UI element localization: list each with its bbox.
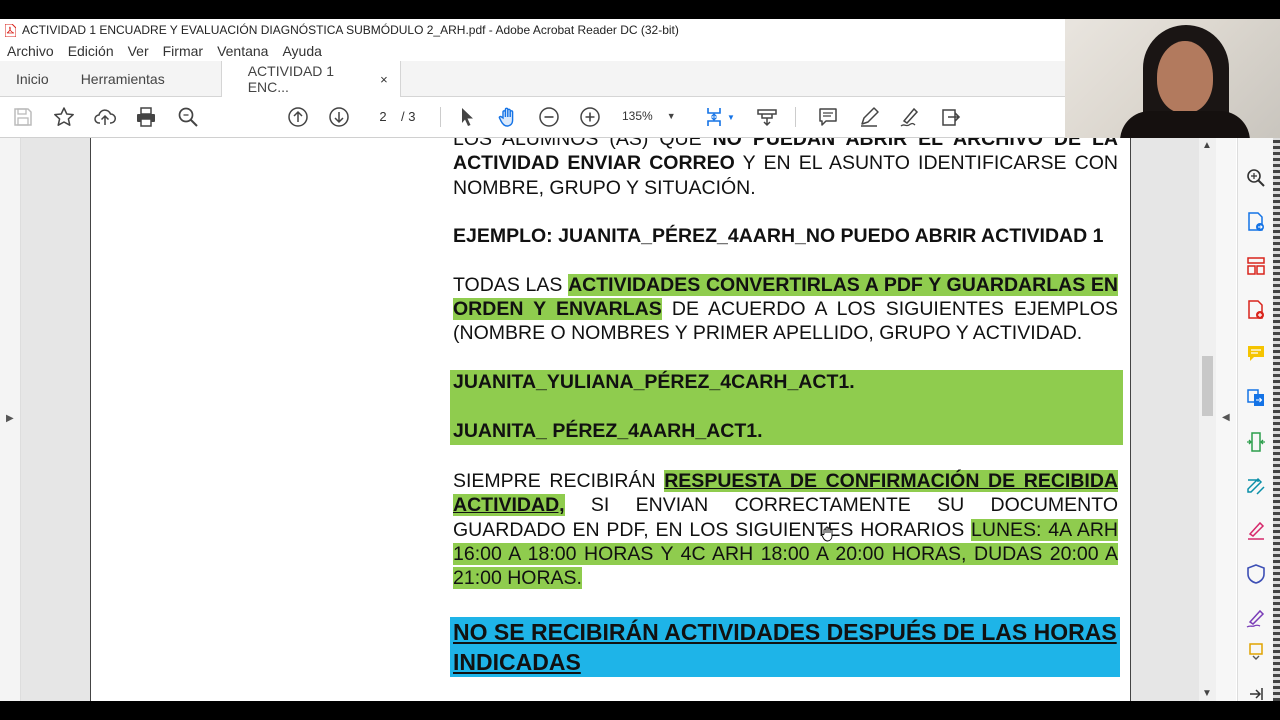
zoom-select[interactable]: 135% ▼ bbox=[622, 103, 684, 129]
toolbar: 2 / 3 135% ▼ ▼ bbox=[0, 97, 1065, 138]
zoom-value: 135% bbox=[622, 109, 653, 123]
page-total: / 3 bbox=[401, 108, 416, 124]
page-content: LOS ALUMNOS (AS) QUE NO PUEDAN ABRIR EL … bbox=[450, 138, 1123, 677]
right-tools-panel bbox=[1237, 138, 1274, 701]
window-title: ACTIVIDAD 1 ENCUADRE Y EVALUACIÓN DIAGNÓ… bbox=[22, 23, 679, 37]
create-pdf-icon[interactable] bbox=[1245, 299, 1267, 321]
menu-firmar[interactable]: Firmar bbox=[163, 43, 203, 59]
tab-home[interactable]: Inicio bbox=[0, 61, 65, 96]
toolbar-divider bbox=[440, 107, 441, 127]
collapse-right-panel-icon[interactable]: ◀ bbox=[1222, 412, 1230, 423]
example-line: EJEMPLO: JUANITA_PÉREZ_4AARH_NO PUEDO AB… bbox=[453, 225, 1104, 248]
toolbar-divider bbox=[795, 107, 796, 127]
menu-bar: Archivo Edición Ver Firmar Ventana Ayuda bbox=[0, 41, 1065, 61]
zoom-out-icon[interactable] bbox=[537, 105, 561, 129]
more-tools-icon[interactable] bbox=[1245, 641, 1267, 663]
p1-line-top: LOS ALUMNOS (AS) QUE bbox=[453, 138, 713, 150]
presenter-body bbox=[1120, 111, 1250, 138]
scroll-up-icon[interactable]: ▲ bbox=[1202, 140, 1212, 151]
scroll-down-icon[interactable]: ▼ bbox=[1202, 688, 1212, 699]
scrollbar-thumb[interactable] bbox=[1202, 356, 1213, 416]
page-down-icon[interactable] bbox=[327, 105, 351, 129]
tab-tools[interactable]: Herramientas bbox=[65, 61, 181, 96]
sign-tool-icon[interactable] bbox=[1245, 607, 1267, 629]
tab-bar: Inicio Herramientas ACTIVIDAD 1 ENC... × bbox=[0, 61, 1065, 97]
sign-icon[interactable] bbox=[898, 105, 922, 129]
tab-home-label: Inicio bbox=[16, 70, 49, 87]
edit-pdf-icon[interactable] bbox=[1245, 475, 1267, 497]
share-icon[interactable] bbox=[939, 105, 963, 129]
print-icon[interactable] bbox=[134, 105, 158, 129]
paragraph-confirmacion: SIEMPRE RECIBIRÁN RESPUESTA DE CONFIRMAC… bbox=[453, 469, 1118, 590]
search-icon[interactable] bbox=[176, 105, 200, 129]
paragraph-convertir: TODAS LAS ACTIVIDADES CONVERTIRLAS A PDF… bbox=[453, 273, 1119, 346]
find-icon[interactable] bbox=[1245, 167, 1267, 189]
tab-document-label: ACTIVIDAD 1 ENC... bbox=[247, 63, 335, 95]
p3-start: TODAS LAS bbox=[453, 273, 569, 296]
pdf-file-icon bbox=[4, 23, 16, 37]
menu-archivo[interactable]: Archivo bbox=[7, 43, 54, 59]
compress-pdf-icon[interactable] bbox=[1245, 431, 1267, 453]
star-icon[interactable] bbox=[52, 105, 76, 129]
expand-left-panel-icon[interactable]: ▶ bbox=[6, 413, 14, 424]
title-bar: ACTIVIDAD 1 ENCUADRE Y EVALUACIÓN DIAGNÓ… bbox=[0, 19, 1065, 41]
hand-cursor-icon bbox=[821, 526, 833, 542]
left-navigation-panel: ▶ bbox=[0, 138, 21, 701]
paragraph-no-abrir: LOS ALUMNOS (AS) QUE NO PUEDAN ABRIR EL … bbox=[453, 138, 1118, 200]
p4-start: SIEMPRE RECIBIRÁN bbox=[453, 470, 665, 493]
top-black-bar bbox=[0, 0, 1280, 19]
vertical-scrollbar[interactable]: ▲ ▼ bbox=[1199, 138, 1216, 701]
warning-banner: NO SE RECIBIRÁN ACTIVIDADES DESPUÉS DE L… bbox=[450, 616, 1120, 677]
bottom-black-bar bbox=[0, 701, 1280, 720]
current-page-input[interactable]: 2 bbox=[368, 103, 398, 129]
scroll-mode-icon[interactable] bbox=[755, 105, 779, 129]
tab-document[interactable]: ACTIVIDAD 1 ENC... × bbox=[220, 61, 401, 97]
menu-ver[interactable]: Ver bbox=[128, 43, 149, 59]
zoom-chevron-down-icon: ▼ bbox=[666, 111, 676, 121]
file-example-1: JUANITA_YULIANA_PÉREZ_4CARH_ACT1. bbox=[453, 370, 855, 393]
export-pdf-icon[interactable] bbox=[1245, 211, 1267, 233]
comment-icon[interactable] bbox=[816, 105, 840, 129]
select-pointer-icon[interactable] bbox=[455, 105, 479, 129]
menu-ventana[interactable]: Ventana bbox=[217, 43, 268, 59]
close-tab-icon[interactable]: × bbox=[380, 72, 388, 87]
menu-edicion[interactable]: Edición bbox=[68, 43, 114, 59]
save-icon[interactable] bbox=[11, 105, 35, 129]
fill-sign-icon[interactable] bbox=[1245, 519, 1267, 541]
zoom-in-icon[interactable] bbox=[578, 105, 602, 129]
file-example-2: JUANITA_ PÉREZ_4AARH_ACT1. bbox=[453, 419, 763, 442]
protect-icon[interactable] bbox=[1245, 563, 1267, 585]
combine-files-icon[interactable] bbox=[1245, 387, 1267, 409]
pdf-page: LOS ALUMNOS (AS) QUE NO PUEDAN ABRIR EL … bbox=[90, 138, 1131, 701]
p1-bold: ACTIVIDAD ENVIAR CORREO bbox=[453, 152, 735, 175]
file-examples-block: JUANITA_YULIANA_PÉREZ_4CARH_ACT1. JUANIT… bbox=[450, 369, 1123, 445]
acrobat-window: ACTIVIDAD 1 ENCUADRE Y EVALUACIÓN DIAGNÓ… bbox=[0, 19, 1280, 701]
webcam-overlay bbox=[1065, 19, 1280, 138]
organize-pages-icon[interactable] bbox=[1245, 255, 1267, 277]
hand-icon[interactable] bbox=[496, 105, 520, 129]
collapse-panel-icon[interactable] bbox=[1245, 683, 1267, 701]
presenter-face bbox=[1157, 41, 1213, 113]
fit-page-icon[interactable] bbox=[702, 105, 726, 129]
adjacent-window-edge bbox=[1273, 138, 1280, 701]
document-area[interactable]: LOS ALUMNOS (AS) QUE NO PUEDAN ABRIR EL … bbox=[21, 138, 1199, 701]
pen-icon[interactable] bbox=[857, 105, 881, 129]
page-up-icon[interactable] bbox=[286, 105, 310, 129]
tab-tools-label: Herramientas bbox=[80, 70, 165, 87]
p1-bold-top: NO PUEDAN ABRIR EL ARCHIVO DE LA bbox=[712, 138, 1118, 150]
cloud-upload-icon[interactable] bbox=[93, 105, 117, 129]
fit-page-chevron-down-icon[interactable]: ▼ bbox=[726, 105, 736, 129]
right-panel-toggle-strip: ◀ bbox=[1216, 138, 1236, 701]
menu-ayuda[interactable]: Ayuda bbox=[282, 43, 321, 59]
comment-tool-icon[interactable] bbox=[1245, 343, 1267, 365]
